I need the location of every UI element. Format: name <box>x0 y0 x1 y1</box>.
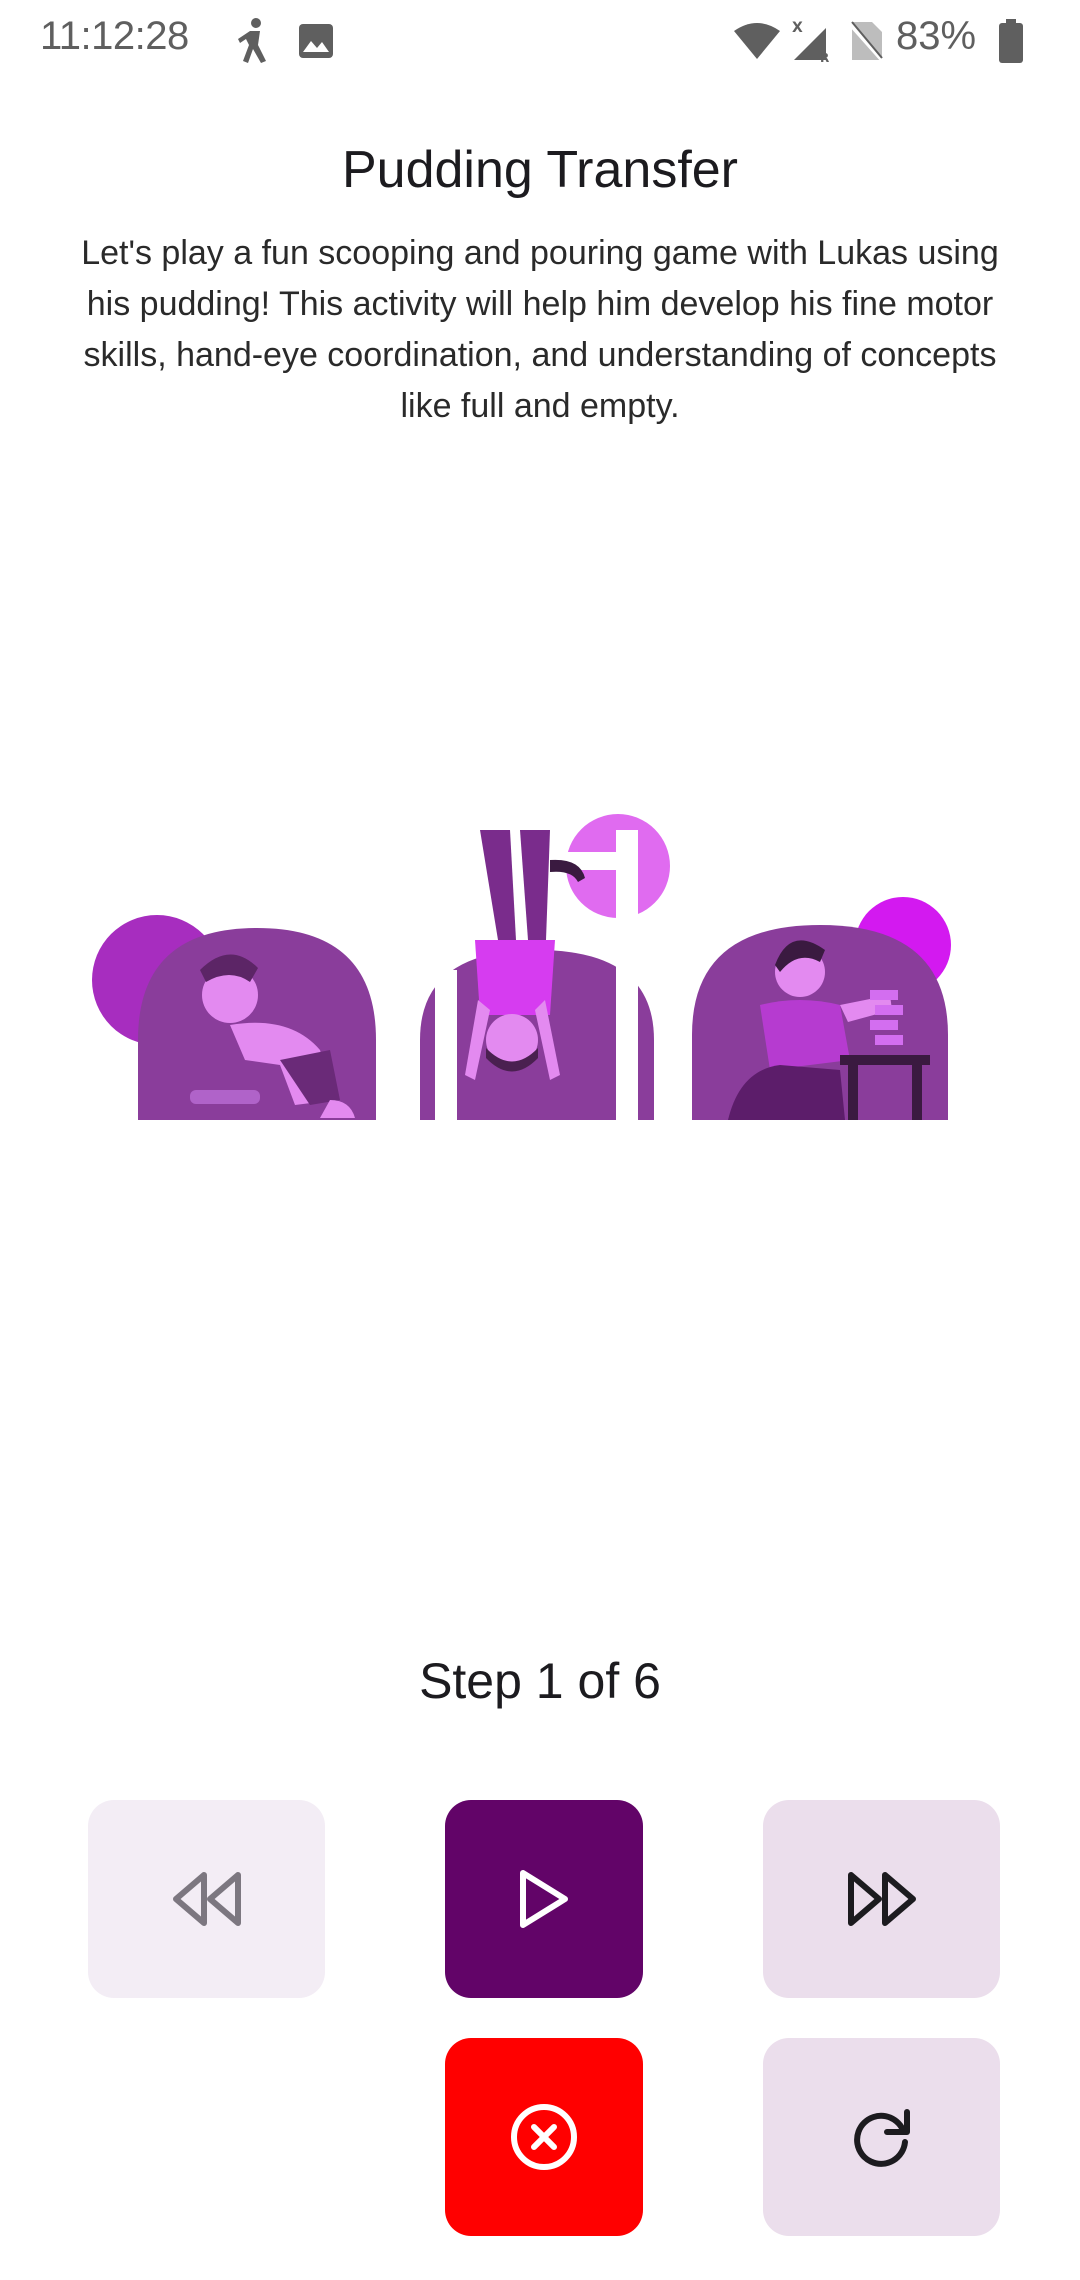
battery-percent: 83% <box>896 14 977 58</box>
wifi-icon <box>734 14 780 68</box>
rewind-button[interactable] <box>88 1800 325 1998</box>
activity-title: Pudding Transfer <box>341 141 739 199</box>
fast-forward-icon <box>847 1872 916 1926</box>
stacking-child-figure <box>692 897 951 1120</box>
no-sim-icon <box>848 14 884 68</box>
activity-illustration <box>80 800 980 1120</box>
play-button[interactable] <box>445 1800 643 1998</box>
upside-down-child-figure <box>420 814 670 1120</box>
status-time: 11:12:28 <box>40 14 189 58</box>
play-icon <box>520 1870 568 1928</box>
battery-icon <box>998 14 1024 68</box>
signal-icon: X R <box>790 14 834 68</box>
walking-icon <box>236 14 272 68</box>
step-indicator: Step 1 of 6 <box>419 1653 661 1709</box>
kneeling-child-figure <box>92 915 376 1120</box>
restart-icon <box>853 2109 910 2167</box>
close-circle-icon <box>511 2104 577 2170</box>
status-bar: 11:12:28 X R 83% <box>0 0 1080 84</box>
rewind-icon <box>172 1872 241 1926</box>
svg-text:R: R <box>820 51 829 64</box>
fast-forward-button[interactable] <box>763 1800 1000 1998</box>
activity-description: Let's play a fun scooping and pouring ga… <box>81 234 999 425</box>
svg-text:X: X <box>792 20 803 36</box>
close-activity-button[interactable] <box>445 2038 643 2236</box>
kids-playing-illustration <box>92 814 951 1120</box>
image-icon <box>298 14 334 68</box>
restart-button[interactable] <box>763 2038 1000 2236</box>
